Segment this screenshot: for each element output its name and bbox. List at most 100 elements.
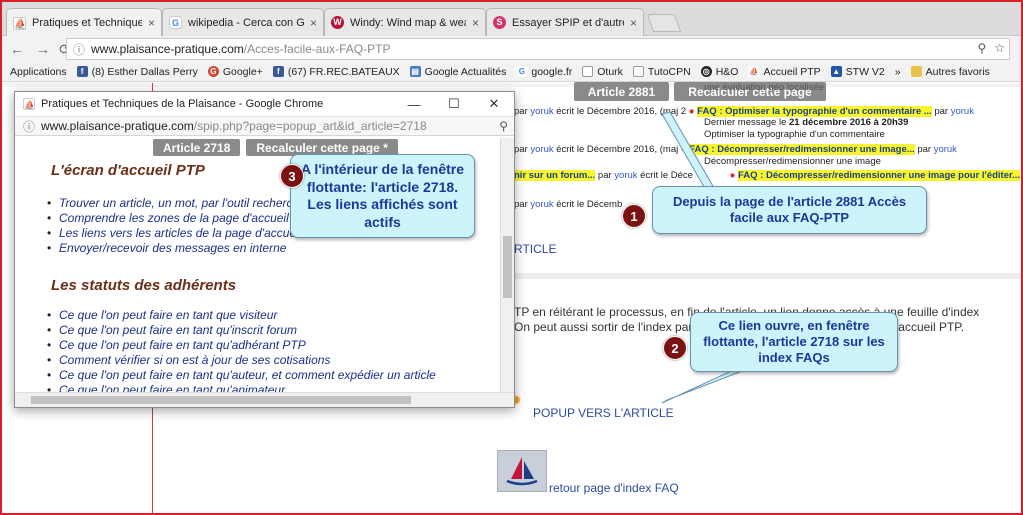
bookmark-esther[interactable]: f (8) Esther Dallas Perry (76, 66, 198, 78)
info-icon[interactable]: ⓘ (73, 41, 85, 58)
bookmark-stw[interactable]: ▲ STW V2 (830, 66, 885, 78)
screenshot-frame: ⛵ Pratiques et Techniques de la Plaisanc… (0, 0, 1023, 515)
forum-line: par yoruk écrit le Décembre 2016, (maj ●… (514, 144, 957, 155)
bookmark-label: (67) FR.REC.BATEAUX (287, 65, 400, 78)
address-bar[interactable]: ⓘ www.plaisance-pratique.com/Acces-facil… (66, 38, 1010, 60)
list-item-link[interactable]: Envoyer/recevoir des messages en interne (45, 241, 306, 256)
list-item-link[interactable]: Comment vérifier si on est à jour de ses… (45, 353, 436, 368)
text: écrit le Décemb (556, 199, 623, 210)
bookmark-other-favorites[interactable]: Autres favoris (910, 66, 990, 78)
forward-icon[interactable]: → (32, 38, 54, 60)
author-link[interactable]: yoruk (934, 144, 957, 155)
scrollbar-thumb[interactable] (503, 236, 512, 298)
author-link[interactable]: yoruk (951, 106, 974, 117)
bookmark-applications[interactable]: Applications (10, 66, 67, 78)
bookmark-oturk[interactable]: Oturk (582, 66, 623, 78)
list-item-link[interactable]: Ce que l'on peut faire en tant qu'adhéra… (45, 338, 436, 353)
section-separator (514, 273, 1021, 279)
ptp-logo[interactable] (497, 450, 547, 492)
tab-title: Windy: Wind map & weather forecast (350, 16, 466, 29)
page-line: Optimiser la typographie d'un commentair… (704, 129, 885, 140)
list-item-link[interactable]: Les liens vers les articles de la page d… (45, 226, 306, 241)
section-title: Les statuts des adhérents (51, 277, 237, 294)
text: Dernier message le (704, 117, 787, 128)
bookmark-frrec[interactable]: f (67) FR.REC.BATEAUX (272, 65, 400, 78)
popup-title-bar[interactable]: ⛵ Pratiques et Techniques de la Plaisanc… (15, 92, 514, 116)
maximize-icon[interactable]: ☐ (434, 92, 474, 116)
minimize-icon[interactable]: — (394, 92, 434, 116)
forum-line: Dernier message le 21 décembre 2016 à 20… (704, 118, 908, 128)
bookmark-label: google.fr (531, 65, 573, 78)
popup-vertical-scrollbar[interactable] (500, 138, 514, 394)
bookmarks-overflow-button[interactable]: » (895, 66, 901, 78)
article-link[interactable]: RTICLE (514, 243, 556, 255)
close-icon[interactable]: × (472, 16, 479, 30)
faq-link[interactable]: FAQ : Optimiser la typographie d'un comm… (697, 106, 932, 117)
faq-link[interactable]: FAQ : Décompresser/redimensionner une im… (738, 170, 1021, 181)
google-favicon-icon: G (169, 16, 182, 29)
author-link[interactable]: yoruk (530, 144, 553, 155)
bookmark-star-icon[interactable]: ☆ (994, 41, 1005, 55)
sailboat-icon (506, 457, 538, 486)
callout-1: Depuis la page de l'article 2881 Accès f… (652, 186, 927, 234)
bookmark-label: Oturk (597, 65, 623, 78)
callout-2-badge: 2 (663, 336, 687, 360)
bookmark-label: Applications (10, 65, 67, 78)
callout-3-badge: 3 (280, 164, 304, 188)
info-icon[interactable]: ⓘ (23, 118, 35, 135)
back-icon[interactable]: ← (6, 38, 28, 60)
list-item-link[interactable]: Trouver un article, un mot, par l'outil … (45, 196, 306, 211)
close-icon[interactable]: × (630, 16, 637, 30)
faq-link[interactable]: FAQ : Décompresser/redimensionner une im… (689, 144, 915, 155)
popup-article-link[interactable]: POPUP VERS L'ARTICLE (533, 406, 674, 420)
spip-favicon-icon: S (493, 16, 506, 29)
url-path: /spip.php?page=popup_art&id_article=2718 (193, 119, 427, 133)
list-item-link[interactable]: Ce que l'on peut faire en tant qu'auteur… (45, 368, 436, 383)
bookmark-label: Google+ (222, 65, 263, 78)
google-plus-icon: G (207, 66, 219, 77)
zoom-icon[interactable]: ⚲ (977, 41, 986, 55)
callout-3: A l'intérieur de la fenêtre flottante: l… (290, 154, 475, 238)
bookmark-googleplus[interactable]: G Google+ (207, 65, 263, 78)
bookmark-tutocpn[interactable]: TutoCPN (632, 65, 691, 78)
url-host: www.plaisance-pratique.com (91, 42, 244, 56)
tab-strip: ⛵ Pratiques et Techniques de la Plaisanc… (2, 2, 1021, 37)
popup-horizontal-scrollbar[interactable] (15, 392, 514, 407)
forum-line: nir sur un forum... par yoruk écrit le D… (514, 170, 1021, 181)
text: par (934, 106, 949, 117)
callout-1-badge: 1 (622, 204, 646, 228)
text: écrit le Déce (640, 170, 693, 181)
navigation-bar: ← → ⟳ ⓘ www.plaisance-pratique.com/Acces… (2, 36, 1021, 62)
bookmark-google-news[interactable]: ▤ Google Actualités (409, 66, 506, 78)
zoom-icon[interactable]: ⚲ (499, 119, 508, 133)
author-link[interactable]: yoruk (530, 199, 553, 210)
list-item-link[interactable]: Comprendre les zones de la page d'accuei… (45, 211, 306, 226)
faq-link[interactable]: nir sur un forum... (514, 170, 596, 181)
close-icon[interactable]: ✕ (474, 92, 514, 116)
article-2881-button[interactable]: Article 2881 (574, 82, 669, 101)
tab-spip[interactable]: S Essayer SPIP et d'autres CMS × (486, 8, 644, 36)
article-2718-button[interactable]: Article 2718 (153, 139, 241, 156)
bookmark-googlefr[interactable]: Ggoogle.fr (516, 66, 572, 78)
tab-windy[interactable]: W Windy: Wind map & weather forecast × (324, 8, 486, 36)
tab-ptp[interactable]: ⛵ Pratiques et Techniques de la Plaisanc… (6, 8, 162, 37)
bookmark-ho[interactable]: ◎ H&O (700, 66, 738, 78)
callout-2: Ce lien ouvre, en fenêtre flottante, l'a… (690, 312, 898, 372)
close-icon[interactable]: × (310, 16, 317, 30)
text: par (514, 199, 528, 210)
close-icon[interactable]: × (148, 16, 155, 30)
author-link[interactable]: yoruk (614, 170, 637, 181)
bookmark-label: TutoCPN (647, 65, 691, 78)
text: par (597, 170, 612, 181)
scrollbar-thumb[interactable] (31, 396, 411, 404)
floating-popup-window[interactable]: ⛵ Pratiques et Techniques de la Plaisanc… (14, 91, 515, 408)
back-to-faq-index-link[interactable]: retour page d'index FAQ (549, 481, 679, 495)
bookmark-accueil-ptp[interactable]: ⛵ Accueil PTP (748, 66, 821, 78)
new-tab-button[interactable] (646, 14, 682, 32)
list-item-link[interactable]: Ce que l'on peut faire en tant que visit… (45, 308, 436, 323)
tab-wikipedia[interactable]: G wikipedia - Cerca con Google × (162, 8, 324, 36)
popup-url-bar[interactable]: ⓘ www.plaisance-pratique.com/spip.php?pa… (15, 116, 514, 136)
author-link[interactable]: yoruk (530, 106, 553, 117)
list-item-link[interactable]: Ce que l'on peut faire en tant qu'inscri… (45, 323, 436, 338)
section-2-list: Ce que l'on peut faire en tant que visit… (45, 308, 436, 394)
